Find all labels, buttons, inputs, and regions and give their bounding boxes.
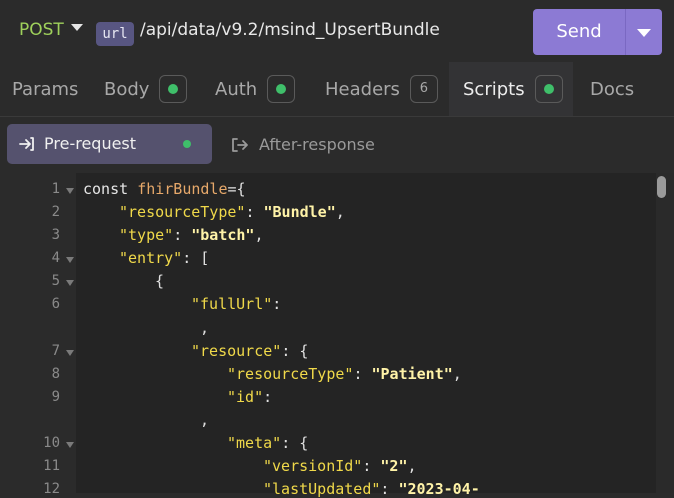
scrollbar-thumb[interactable] [657, 176, 666, 198]
code-line[interactable]: "resourceType": "Bundle", [119, 203, 345, 221]
tab-label: Docs [590, 78, 635, 100]
line-number: 2 [51, 204, 60, 220]
code-editor[interactable]: 1 2 3 4 5 6 7 8 9 10 11 12 const fhirBun… [0, 173, 674, 498]
send-button[interactable]: Send [533, 9, 662, 55]
send-button-divider [625, 9, 626, 55]
code-line[interactable]: { [155, 272, 164, 290]
send-options-chevron-icon[interactable] [637, 29, 651, 37]
url-input[interactable]: /api/data/v9.2/msind_UpsertBundle [140, 20, 440, 40]
line-number-gutter: 1 2 3 4 5 6 7 8 9 10 11 12 [0, 173, 76, 497]
code-content[interactable]: const fhirBundle={ "resourceType": "Bund… [76, 173, 654, 498]
tab-label: Auth [215, 78, 258, 100]
tab-docs[interactable]: Docs [590, 62, 634, 116]
line-number: 7 [51, 343, 60, 359]
status-dot-badge [267, 75, 296, 103]
line-number: 3 [51, 227, 60, 243]
after-response-tab[interactable]: After-response [259, 117, 375, 173]
line-number: 9 [51, 389, 60, 405]
code-line[interactable]: "type": "batch", [119, 226, 264, 244]
line-number: 10 [43, 435, 60, 451]
tab-label: Headers [325, 78, 400, 100]
code-line[interactable]: "entry": [ [119, 249, 209, 267]
tab-body[interactable]: Body [104, 62, 188, 116]
code-line[interactable]: "lastUpdated": "2023-04- [263, 480, 480, 498]
status-dot-badge [534, 75, 563, 103]
line-number: 5 [51, 273, 60, 289]
pre-request-tab[interactable]: Pre-request [7, 124, 212, 164]
status-dot-badge [159, 75, 188, 103]
request-tabs: Params Body Auth Headers 6 Scripts Docs [0, 62, 674, 117]
line-number: 8 [51, 366, 60, 382]
logout-arrow-icon[interactable] [230, 136, 250, 154]
code-line[interactable]: , [200, 411, 209, 429]
code-line[interactable]: "id": [227, 388, 272, 406]
fold-chevron-icon[interactable] [66, 188, 74, 194]
active-dot-icon [183, 140, 191, 148]
url-bar: POST url /api/data/v9.2/msind_UpsertBund… [0, 0, 674, 63]
tab-label: Scripts [463, 78, 525, 100]
tab-label: Params [12, 78, 79, 100]
active-dot-icon [543, 84, 554, 94]
code-line[interactable]: "resourceType": "Patient", [227, 365, 462, 383]
code-line[interactable]: "fullUrl": [191, 295, 281, 313]
active-dot-icon [276, 84, 287, 94]
method-selector[interactable]: POST [19, 20, 64, 40]
editor-scrollbar[interactable] [656, 173, 674, 493]
code-line[interactable]: "meta": { [227, 434, 308, 452]
active-dot-icon [168, 84, 179, 94]
tab-scripts[interactable]: Scripts [449, 62, 573, 116]
fold-chevron-icon[interactable] [66, 257, 74, 263]
tab-auth[interactable]: Auth [215, 62, 296, 116]
chevron-down-icon[interactable] [71, 24, 83, 31]
url-variable-tag[interactable]: url [96, 22, 134, 46]
code-line[interactable]: "versionId": "2", [263, 457, 417, 475]
tab-headers[interactable]: Headers 6 [325, 62, 438, 116]
script-subtabs: Pre-request After-response [0, 117, 674, 173]
line-number: 12 [43, 481, 60, 497]
headers-count-badge: 6 [409, 75, 438, 103]
line-number: 4 [51, 250, 60, 266]
line-number: 11 [43, 458, 60, 474]
code-line[interactable]: , [200, 319, 209, 337]
line-number: 1 [51, 181, 60, 197]
fold-chevron-icon[interactable] [66, 280, 74, 286]
code-line[interactable]: const fhirBundle={ [83, 180, 246, 198]
line-number: 6 [51, 296, 60, 312]
tab-label: Body [104, 78, 150, 100]
code-line[interactable]: "resource": { [191, 342, 308, 360]
fold-chevron-icon[interactable] [66, 442, 74, 448]
pre-request-label: Pre-request [44, 134, 137, 153]
fold-chevron-icon[interactable] [66, 350, 74, 356]
login-arrow-icon [19, 137, 34, 151]
send-button-label[interactable]: Send [533, 9, 625, 55]
tab-params[interactable]: Params [12, 62, 78, 116]
